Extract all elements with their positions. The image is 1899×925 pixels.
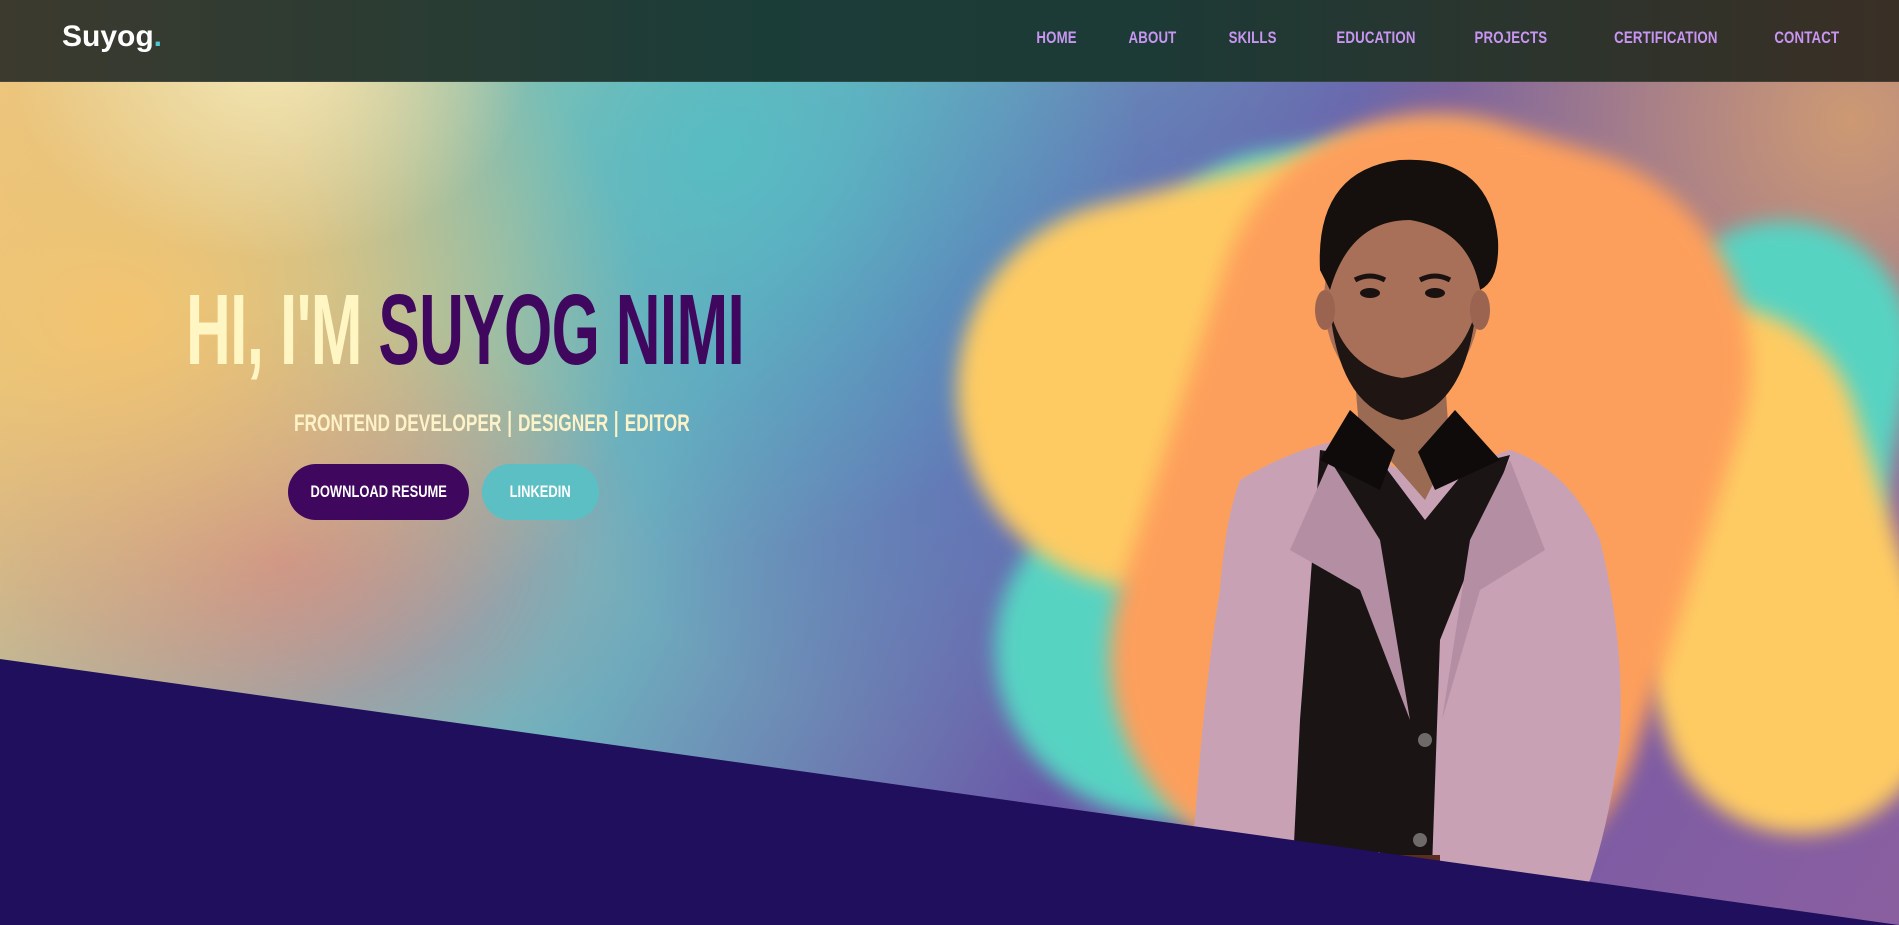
nav-link-home[interactable]: HOME (1037, 28, 1077, 48)
logo-text: Suyog (62, 20, 154, 53)
top-navbar: Suyog. HOME ABOUT SKILLS EDUCATION PROJE… (0, 0, 1899, 82)
linkedin-button[interactable]: LINKEDIN (482, 464, 599, 520)
hero-heading: HI, I'M SUYOG NIMI (186, 280, 745, 380)
nav-link-skills[interactable]: SKILLS (1228, 28, 1276, 48)
nav-link-contact[interactable]: CONTACT (1774, 28, 1839, 48)
nav-link-about[interactable]: ABOUT (1129, 28, 1177, 48)
linkedin-label: LINKEDIN (509, 482, 572, 501)
download-resume-label: DOWNLOAD RESUME (310, 482, 447, 501)
role-text: DESIGNER (517, 410, 609, 437)
hero-section: HI, I'M SUYOG NIMI FRONTEND DEVELOPER DE… (0, 0, 1899, 925)
hero-name: SUYOG NIMI (378, 274, 745, 386)
site-logo[interactable]: Suyog. (62, 20, 162, 54)
logo-dot: . (153, 20, 163, 53)
role-separator (508, 411, 511, 437)
download-resume-button[interactable]: DOWNLOAD RESUME (288, 464, 469, 520)
nav-link-certification[interactable]: CERTIFICATION (1614, 28, 1717, 48)
profile-photo (1180, 120, 1660, 925)
hero-roles: FRONTEND DEVELOPER DESIGNER EDITOR (294, 410, 690, 438)
role-separator (615, 411, 618, 437)
role-text: FRONTEND DEVELOPER (294, 410, 502, 437)
nav-link-projects[interactable]: PROJECTS (1474, 28, 1547, 48)
role-text: EDITOR (624, 410, 690, 437)
hero-greeting: HI, I'M (186, 274, 379, 386)
nav-link-education[interactable]: EDUCATION (1337, 28, 1416, 48)
nav-menu: HOME ABOUT SKILLS EDUCATION PROJECTS CER… (1025, 28, 1839, 48)
